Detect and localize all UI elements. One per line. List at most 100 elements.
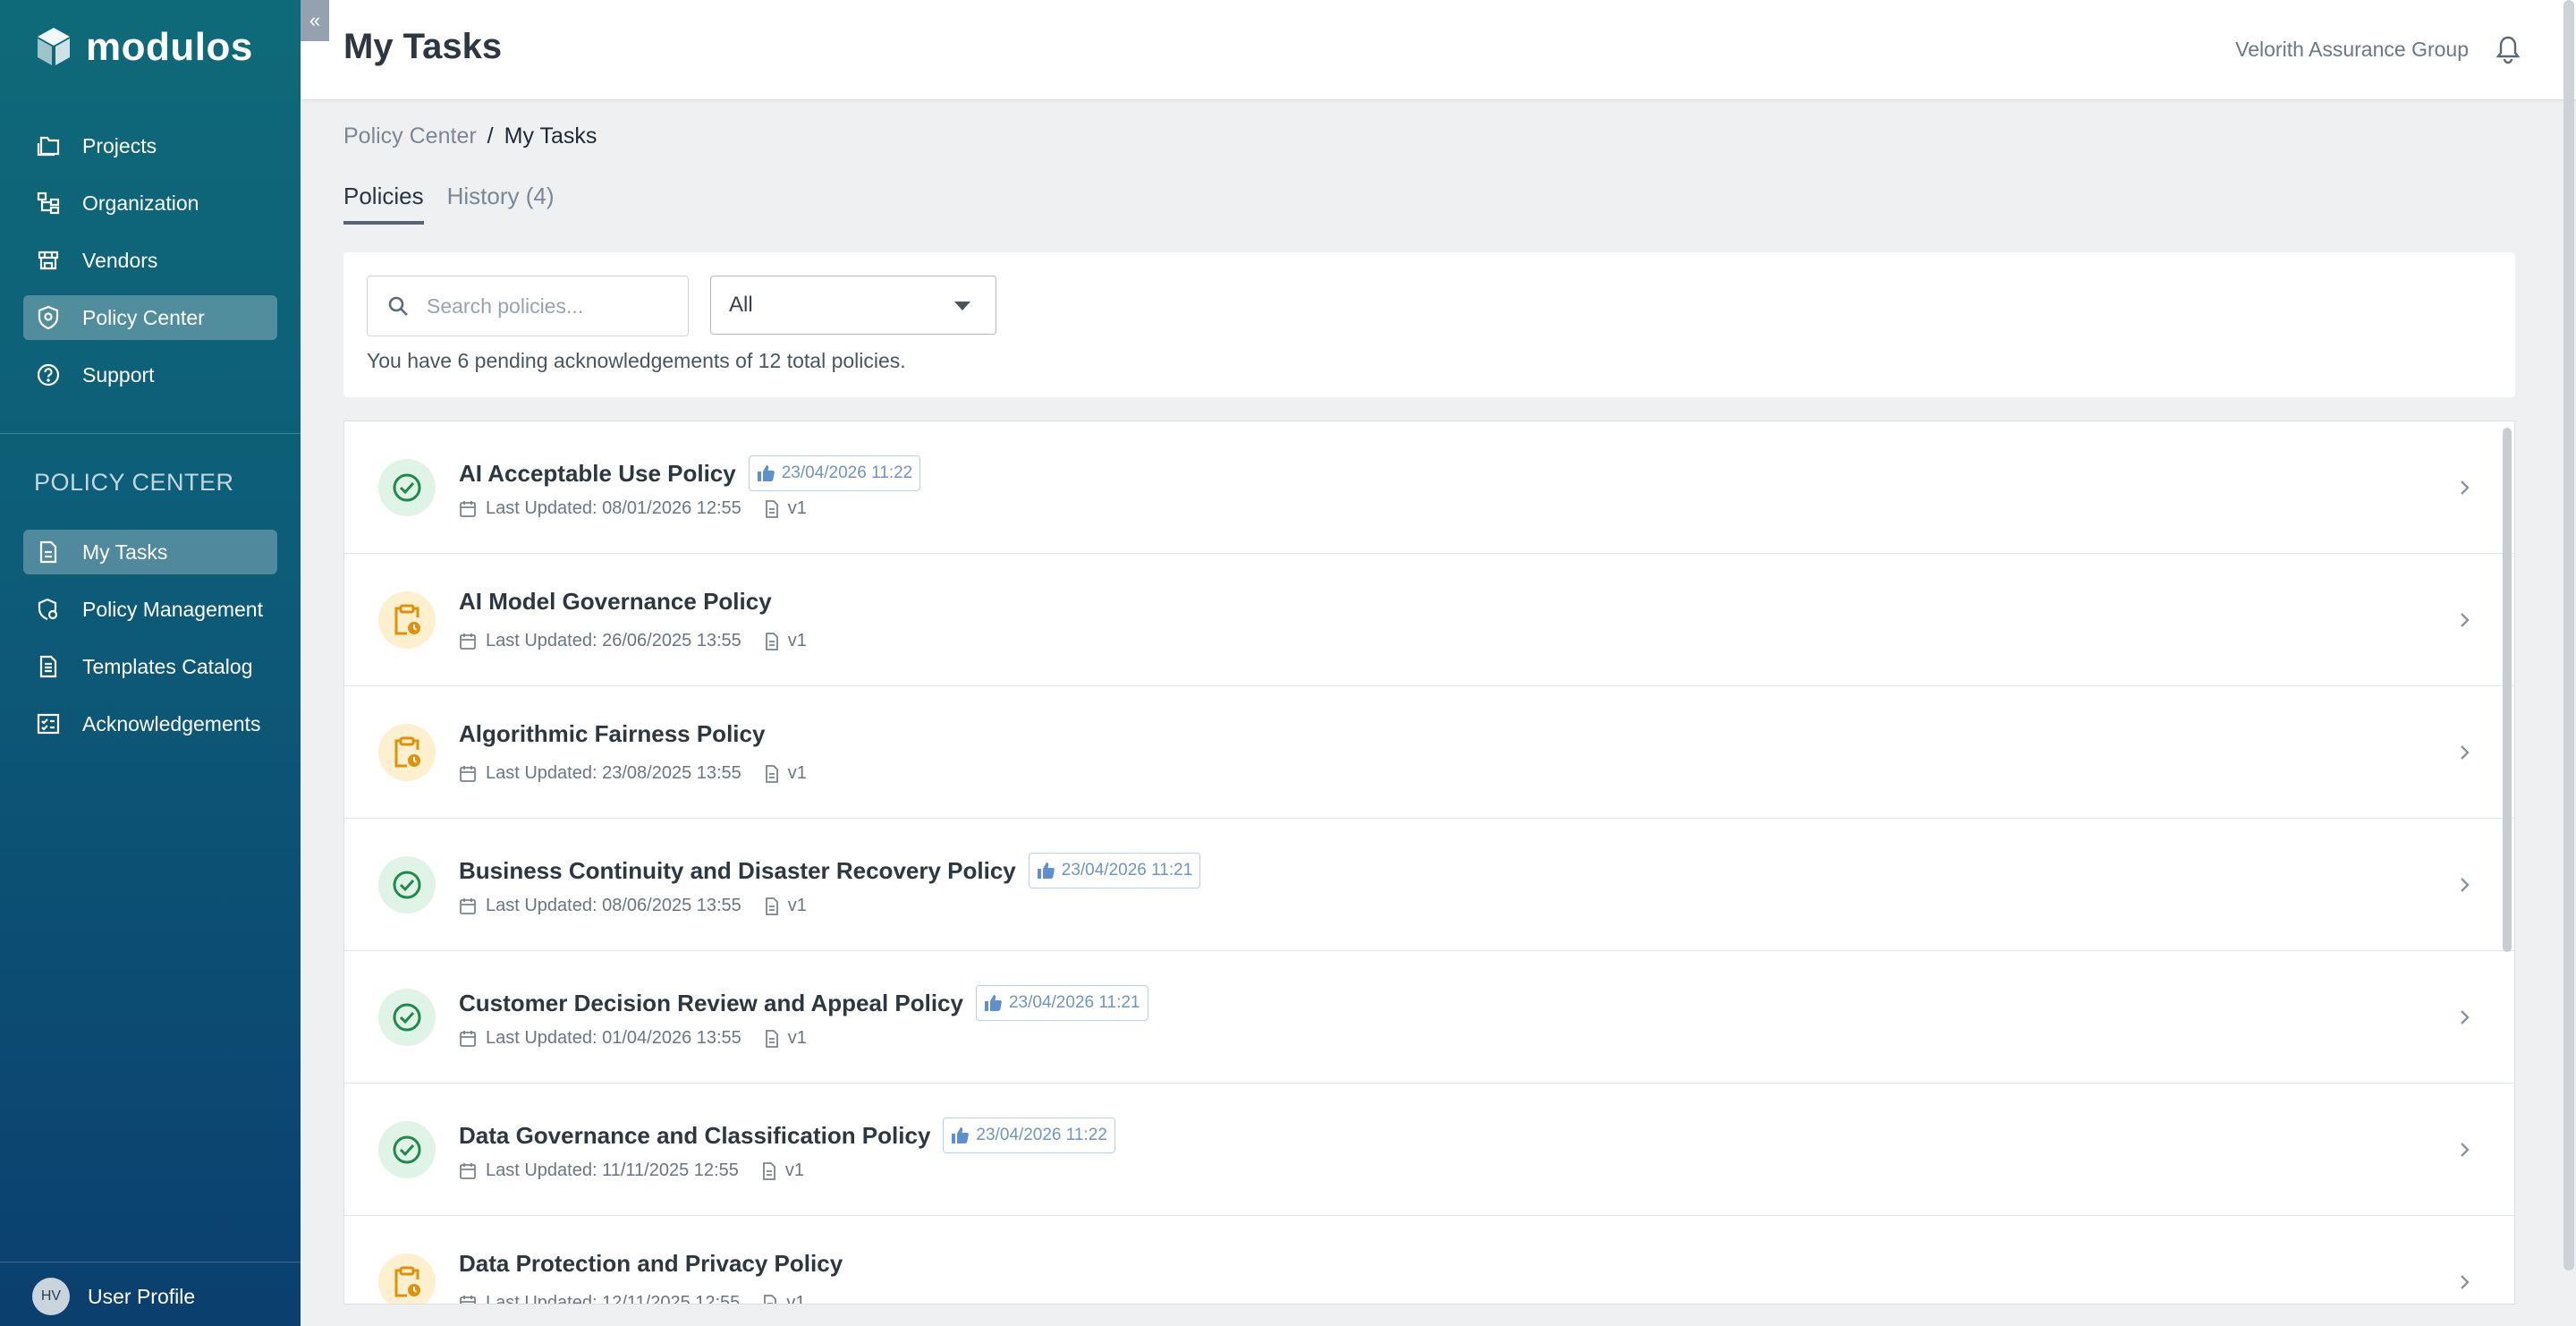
sidebar-item-projects[interactable]: Projects — [23, 123, 277, 168]
policy-title: Algorithmic Fairness Policy — [459, 720, 766, 747]
search-field[interactable] — [367, 276, 689, 336]
policy-row[interactable]: Data Protection and Privacy Policy Last U… — [344, 1216, 2514, 1304]
sidebar-item-label: Templates Catalog — [82, 654, 253, 678]
version-text: v1 — [787, 498, 807, 518]
tab-policies[interactable]: Policies — [343, 183, 424, 225]
status-indicator — [378, 724, 436, 781]
checklist-icon — [36, 711, 61, 736]
sidebar-item-organization[interactable]: Organization — [23, 181, 277, 225]
top-header: My Tasks Velorith Assurance Group — [301, 0, 2576, 100]
avatar: HV — [32, 1278, 70, 1315]
version-document-icon — [764, 1294, 777, 1304]
last-updated-text: Last Updated: 11/11/2025 12:55 — [486, 1160, 739, 1180]
policy-title-line: Customer Decision Review and Appeal Poli… — [459, 985, 1148, 1021]
breadcrumb-current: My Tasks — [504, 123, 597, 149]
version: v1 — [763, 1293, 805, 1304]
version-document-icon — [762, 1161, 775, 1180]
bell-icon[interactable] — [2494, 34, 2522, 64]
caret-down-icon — [954, 302, 970, 310]
org-chart-icon — [36, 191, 61, 216]
acknowledged-date: 23/04/2026 11:21 — [1061, 861, 1193, 880]
sidebar-item-support[interactable]: Support — [23, 353, 277, 397]
policy-title-line: Data Governance and Classification Polic… — [459, 1118, 1115, 1153]
version-text: v1 — [787, 631, 807, 650]
tab-history[interactable]: History (4) — [447, 183, 555, 225]
chevron-right-icon — [2461, 1143, 2470, 1157]
version: v1 — [765, 1028, 807, 1049]
last-updated-text: Last Updated: 01/04/2026 13:55 — [486, 1028, 741, 1048]
status-filter-select[interactable]: All — [710, 276, 996, 335]
acknowledged-badge: 23/04/2026 11:22 — [748, 455, 921, 491]
version-text: v1 — [787, 1028, 807, 1048]
policy-title: Customer Decision Review and Appeal Poli… — [459, 989, 963, 1016]
check-circle-icon — [393, 1003, 421, 1032]
policy-row[interactable]: Business Continuity and Disaster Recover… — [344, 819, 2514, 951]
acknowledged-badge: 23/04/2026 11:21 — [975, 985, 1148, 1021]
sidebar-item-policy-management[interactable]: Policy Management — [23, 587, 277, 632]
last-updated: Last Updated: 11/11/2025 12:55 — [459, 1160, 739, 1181]
policy-title: AI Model Governance Policy — [459, 588, 772, 615]
last-updated: Last Updated: 01/04/2026 13:55 — [459, 1028, 741, 1049]
breadcrumb-link-policy-center[interactable]: Policy Center — [343, 123, 477, 149]
calendar-icon — [460, 897, 476, 914]
policy-row[interactable]: Customer Decision Review and Appeal Poli… — [344, 951, 2514, 1084]
template-icon — [36, 654, 61, 679]
page-scrollbar[interactable] — [2563, 0, 2574, 1271]
acknowledged-badge: 23/04/2026 11:21 — [1028, 853, 1201, 888]
version-document-icon — [765, 1029, 778, 1048]
version: v1 — [765, 631, 807, 651]
list-scrollbar[interactable] — [2503, 428, 2512, 952]
calendar-icon — [460, 1162, 476, 1179]
logo[interactable]: modulos — [34, 25, 253, 70]
policy-title: AI Acceptable Use Policy — [459, 459, 736, 487]
thumbs-up-icon — [952, 1127, 970, 1143]
chevron-right-icon — [2461, 1010, 2470, 1024]
document-icon — [36, 540, 61, 565]
calendar-icon — [460, 633, 476, 650]
pending-summary: You have 6 pending acknowledgements of 1… — [367, 349, 906, 372]
policy-title-line: AI Model Governance Policy — [459, 588, 772, 616]
chevron-right-icon — [2461, 480, 2470, 495]
sidebar-item-acknowledgements[interactable]: Acknowledgements — [23, 701, 277, 746]
policy-meta: Last Updated: 01/04/2026 13:55 v1 — [459, 1028, 830, 1049]
calendar-icon — [460, 765, 476, 782]
policy-row[interactable]: Algorithmic Fairness Policy Last Updated:… — [344, 686, 2514, 819]
version: v1 — [765, 498, 807, 519]
version-document-icon — [765, 632, 778, 650]
last-updated: Last Updated: 08/01/2026 12:55 — [459, 498, 741, 519]
policy-title-line: Data Protection and Privacy Policy — [459, 1250, 843, 1278]
calendar-icon — [460, 1295, 476, 1304]
sidebar-item-vendors[interactable]: Vendors — [23, 238, 277, 283]
chevron-right-icon — [2461, 1275, 2470, 1289]
organization-name[interactable]: Velorith Assurance Group — [2235, 38, 2469, 62]
last-updated-text: Last Updated: 26/06/2025 13:55 — [486, 631, 741, 650]
policy-center-nav: My Tasks Policy Management Templates Cat… — [23, 530, 277, 759]
version-document-icon — [765, 499, 778, 518]
last-updated-text: Last Updated: 08/06/2025 13:55 — [486, 896, 741, 915]
chevron-right-icon — [2461, 878, 2470, 892]
last-updated: Last Updated: 08/06/2025 13:55 — [459, 896, 741, 916]
clipboard-clock-icon — [394, 1266, 420, 1297]
acknowledged-date: 23/04/2026 11:22 — [976, 1126, 1107, 1144]
policy-row[interactable]: AI Model Governance Policy Last Updated: … — [344, 554, 2514, 686]
collapse-sidebar-button[interactable]: « — [301, 0, 329, 41]
status-indicator — [378, 856, 436, 914]
user-profile[interactable]: HV User Profile — [32, 1278, 195, 1315]
policy-row[interactable]: AI Acceptable Use Policy 23/04/2026 11:22… — [344, 421, 2514, 554]
policy-meta: Last Updated: 26/06/2025 13:55 v1 — [459, 631, 830, 651]
chevron-right-icon — [2461, 613, 2470, 627]
policy-meta: Last Updated: 12/11/2025 12:55 v1 — [459, 1293, 828, 1304]
version-text: v1 — [784, 1160, 804, 1180]
store-icon — [36, 248, 61, 273]
sidebar-item-templates-catalog[interactable]: Templates Catalog — [23, 644, 277, 689]
version-document-icon — [765, 764, 778, 783]
policy-row[interactable]: Data Governance and Classification Polic… — [344, 1084, 2514, 1216]
policy-meta: Last Updated: 08/06/2025 13:55 v1 — [459, 896, 830, 916]
sidebar-item-policy-center[interactable]: Policy Center — [23, 295, 277, 340]
search-input[interactable] — [427, 293, 668, 319]
version: v1 — [765, 763, 807, 784]
thumbs-up-icon — [984, 995, 1002, 1011]
status-indicator — [378, 989, 436, 1046]
check-circle-icon — [393, 473, 421, 502]
sidebar-item-my-tasks[interactable]: My Tasks — [23, 530, 277, 574]
